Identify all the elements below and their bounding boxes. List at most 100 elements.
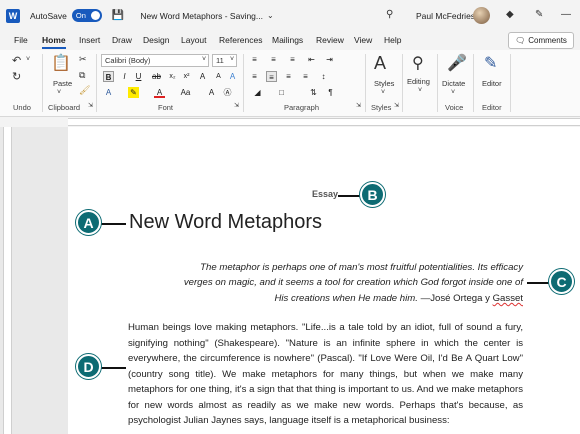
align-right-icon[interactable]: ≡: [283, 71, 294, 82]
tab-help[interactable]: Help: [384, 35, 401, 45]
chevron-down-icon[interactable]: ˅: [418, 87, 422, 94]
highlight-icon[interactable]: ✎: [128, 87, 139, 98]
justify-icon[interactable]: ≡: [300, 71, 311, 82]
tab-design[interactable]: Design: [143, 35, 169, 45]
dialog-launcher-icon[interactable]: ⇲: [356, 102, 361, 109]
horizontal-ruler[interactable]: [68, 118, 580, 126]
microphone-icon[interactable]: 🎤: [447, 53, 467, 73]
paste-label[interactable]: Paste: [53, 79, 72, 88]
document-heading[interactable]: New Word Metaphors: [129, 211, 322, 234]
numbering-icon[interactable]: ≡: [268, 54, 279, 65]
callout-c: C: [549, 269, 574, 294]
tab-review[interactable]: Review: [316, 35, 344, 45]
line-spacing-icon[interactable]: ↕: [318, 71, 329, 82]
align-left-icon[interactable]: ≡: [249, 71, 260, 82]
tab-mailings[interactable]: Mailings: [272, 35, 303, 45]
dictate-label[interactable]: Dictate: [442, 79, 465, 88]
body-paragraph[interactable]: Human beings love making metaphors. "Lif…: [128, 320, 523, 429]
dialog-launcher-icon[interactable]: ⇲: [394, 102, 399, 109]
editing-label[interactable]: Editing: [407, 77, 430, 86]
chevron-down-icon[interactable]: ⌄: [267, 11, 274, 20]
editor-button-label[interactable]: Editor: [482, 79, 502, 88]
increase-indent-icon[interactable]: ⇥: [324, 54, 335, 65]
diamond-icon[interactable]: ◆: [506, 9, 514, 20]
editor-group-label: Editor: [482, 103, 502, 112]
redo-icon[interactable]: ↻: [12, 70, 21, 83]
find-icon[interactable]: ⚲: [412, 53, 424, 73]
sort-icon[interactable]: ⇅: [308, 87, 319, 98]
callout-b: B: [360, 182, 385, 207]
clipboard-group-label: Clipboard: [48, 103, 81, 112]
font-grow-icon[interactable]: A: [197, 71, 208, 82]
dialog-launcher-icon[interactable]: ⇲: [88, 102, 93, 109]
quote-line-2: verges on magic, and it seems a tool for…: [183, 277, 523, 289]
format-painter-icon[interactable]: 🖌: [79, 85, 90, 96]
chevron-down-icon[interactable]: ˅: [230, 56, 234, 63]
comments-button[interactable]: 🗨 Comments: [508, 32, 574, 49]
pen-icon[interactable]: ✎: [535, 9, 543, 20]
bold-button[interactable]: B: [103, 71, 114, 82]
strikethrough-button[interactable]: ab: [151, 71, 162, 82]
quote-paragraph[interactable]: The metaphor is perhaps one of man's mos…: [155, 260, 523, 306]
tab-layout[interactable]: Layout: [181, 35, 207, 45]
clear-formatting-icon[interactable]: A: [227, 71, 238, 82]
dialog-launcher-icon[interactable]: ⇲: [234, 102, 239, 109]
tab-view[interactable]: View: [354, 35, 372, 45]
show-formatting-icon[interactable]: ¶: [325, 87, 336, 98]
divider: [96, 54, 97, 112]
italic-button[interactable]: I: [119, 71, 130, 82]
font-color-icon[interactable]: A: [154, 87, 165, 98]
decrease-indent-icon[interactable]: ⇤: [306, 54, 317, 65]
chevron-down-icon[interactable]: ˅: [202, 56, 206, 63]
divider: [243, 54, 244, 112]
autosave-toggle[interactable]: On: [71, 9, 102, 22]
underline-button[interactable]: U: [133, 71, 144, 82]
divider: [402, 54, 403, 112]
title-bar: W AutoSave On 💾 New Word Metaphors - Sav…: [0, 0, 580, 31]
callout-c-line: [527, 282, 551, 284]
vertical-ruler[interactable]: [3, 127, 12, 434]
chevron-down-icon[interactable]: ˅: [451, 89, 455, 96]
user-name[interactable]: Paul McFedries: [416, 11, 475, 21]
phonetic-icon[interactable]: A: [206, 87, 217, 98]
document-title[interactable]: New Word Metaphors - Saving...: [140, 11, 263, 21]
font-name-select[interactable]: Calibri (Body): [101, 54, 209, 67]
superscript-button[interactable]: x²: [181, 71, 192, 82]
bullets-icon[interactable]: ≡: [249, 54, 260, 65]
search-icon[interactable]: ⚲: [386, 9, 393, 20]
style-label-essay[interactable]: Essay: [312, 189, 338, 199]
ribbon: ↶ ˅ ↻ Undo 📋 Paste ˅ ✂ ⧉ 🖌 Clipboard ⇲ C…: [0, 50, 580, 117]
tab-draw[interactable]: Draw: [112, 35, 132, 45]
text-effects-icon[interactable]: A: [103, 87, 114, 98]
styles-icon[interactable]: A: [374, 53, 386, 74]
chevron-down-icon[interactable]: ˅: [57, 89, 61, 96]
chevron-down-icon[interactable]: ˅: [381, 89, 385, 96]
divider: [473, 54, 474, 112]
paste-icon[interactable]: 📋: [51, 53, 71, 73]
tab-references[interactable]: References: [219, 35, 262, 45]
quote-author: —José Ortega y: [417, 292, 493, 304]
borders-icon[interactable]: □: [276, 87, 287, 98]
chevron-down-icon[interactable]: ˅: [26, 56, 30, 63]
subscript-button[interactable]: x₂: [167, 71, 178, 82]
enclose-char-icon[interactable]: Ⓐ: [222, 87, 233, 98]
editor-pen-icon[interactable]: ✎: [484, 53, 497, 73]
shading-icon[interactable]: ◢: [252, 87, 263, 98]
multilevel-list-icon[interactable]: ≡: [287, 54, 298, 65]
styles-button-label[interactable]: Styles: [374, 79, 394, 88]
change-case-icon[interactable]: Aa: [180, 87, 191, 98]
align-center-icon[interactable]: ≡: [266, 71, 277, 82]
save-icon[interactable]: 💾: [112, 10, 124, 21]
tab-home[interactable]: Home: [42, 35, 66, 45]
avatar[interactable]: [473, 7, 490, 24]
comment-icon: 🗨: [515, 36, 526, 45]
quote-line-1: The metaphor is perhaps one of man's mos…: [200, 262, 523, 273]
tab-insert[interactable]: Insert: [79, 35, 100, 45]
cut-icon[interactable]: ✂: [79, 54, 87, 65]
callout-d-line: [100, 367, 126, 369]
undo-icon[interactable]: ↶: [12, 54, 21, 67]
copy-icon[interactable]: ⧉: [79, 70, 85, 81]
tab-file[interactable]: File: [14, 35, 28, 45]
font-shrink-icon[interactable]: A: [213, 71, 224, 82]
minimize-icon[interactable]: —: [561, 9, 571, 20]
